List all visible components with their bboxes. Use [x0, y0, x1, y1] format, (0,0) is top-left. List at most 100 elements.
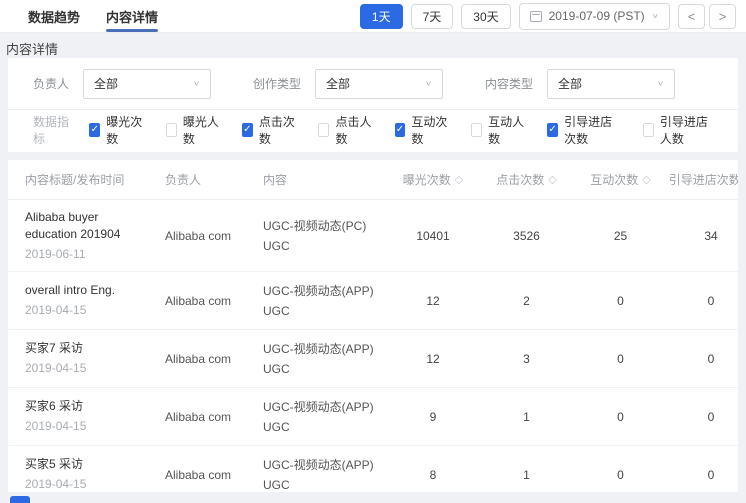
metric-exposure-count[interactable]: 曝光次数 — [89, 113, 143, 147]
row-content-sub: UGC — [263, 236, 387, 256]
metric-label: 点击人数 — [335, 113, 372, 147]
metric-label: 点击次数 — [259, 113, 296, 147]
row-date: 2019-04-15 — [25, 418, 151, 435]
row-interactions: 0 — [617, 468, 624, 482]
row-clicks: 3526 — [513, 229, 540, 243]
checkbox-unchecked-icon — [166, 123, 177, 137]
sort-icon[interactable]: ◇ — [548, 173, 556, 186]
row-content-sub: UGC — [263, 301, 387, 321]
row-store-visits: 0 — [708, 410, 715, 424]
row-title: 买家7 采访 — [25, 340, 151, 357]
filter-owner-value: 全部 — [94, 75, 118, 92]
prev-day-button[interactable]: < — [678, 4, 705, 29]
row-interactions: 25 — [614, 229, 627, 243]
table-row[interactable]: 买家7 采访2019-04-15 Alibaba com UGC-视频动态(AP… — [8, 330, 738, 388]
row-content-type: UGC-视频动态(APP) — [263, 281, 387, 301]
top-tab-bar: 数据趋势 内容详情 1天 7天 30天 2019-07-09 (PST) ∨ <… — [0, 0, 746, 33]
row-content-sub: UGC — [263, 417, 387, 437]
col-interactions-header[interactable]: 互动次数 ◇ — [590, 171, 650, 188]
table-row[interactable]: overall intro Eng. 2019-04-15 Alibaba com… — [8, 272, 738, 330]
row-clicks: 3 — [523, 352, 530, 366]
tab-content-detail[interactable]: 内容详情 — [106, 0, 158, 32]
chevron-down-icon: ∨ — [657, 80, 664, 88]
filter-creation-type-select[interactable]: 全部 ∨ — [315, 69, 443, 99]
metric-exposure-users[interactable]: 曝光人数 — [166, 113, 220, 147]
row-date: 2019-06-11 — [25, 246, 151, 263]
table-row[interactable]: Alibaba buyer education 201904 2019-06-11… — [8, 200, 738, 272]
row-interactions: 0 — [617, 294, 624, 308]
row-exposure: 9 — [430, 410, 437, 424]
row-owner: Alibaba com — [165, 352, 263, 366]
chevron-down-icon: ∨ — [652, 12, 659, 20]
col-owner-header: 负责人 — [165, 171, 263, 188]
row-content-sub: UGC — [263, 475, 387, 493]
filter-owner-select[interactable]: 全部 ∨ — [83, 69, 211, 99]
row-content-type: UGC-视频动态(PC) — [263, 216, 387, 236]
metric-label: 互动次数 — [411, 113, 448, 147]
row-owner: Alibaba com — [165, 468, 263, 482]
filter-content-type-select[interactable]: 全部 ∨ — [547, 69, 675, 99]
row-owner: Alibaba com — [165, 229, 263, 243]
analytics-page: 数据趋势 内容详情 1天 7天 30天 2019-07-09 (PST) ∨ <… — [0, 0, 746, 503]
filter-creation-type-value: 全部 — [326, 75, 350, 92]
sort-icon[interactable]: ◇ — [642, 173, 650, 186]
row-title: Alibaba buyer education 201904 — [25, 209, 151, 243]
page-title: 内容详情 — [6, 39, 58, 58]
sort-icon[interactable]: ◇ — [455, 173, 463, 186]
chevron-down-icon: ∨ — [193, 80, 200, 88]
row-store-visits: 0 — [708, 352, 715, 366]
period-1day-button[interactable]: 1天 — [360, 4, 403, 29]
row-title: overall intro Eng. — [25, 282, 151, 299]
row-content-sub: UGC — [263, 359, 387, 379]
row-owner: Alibaba com — [165, 294, 263, 308]
metric-checkbox-row: 数据指标 曝光次数 曝光人数 点击次数 点击人数 互动次数 互动人数 引导进店次… — [8, 110, 738, 150]
tabs: 数据趋势 内容详情 — [28, 0, 184, 32]
header-label: 曝光次数 — [403, 171, 451, 188]
metric-click-count[interactable]: 点击次数 — [242, 113, 296, 147]
row-clicks: 2 — [523, 294, 530, 308]
table-row[interactable]: 买家5 采访2019-04-15 Alibaba com UGC-视频动态(AP… — [8, 446, 738, 492]
filter-row: 负责人 全部 ∨ 创作类型 全部 ∨ 内容类型 全部 ∨ — [8, 58, 738, 110]
date-picker[interactable]: 2019-07-09 (PST) ∨ — [519, 3, 670, 30]
header-label: 引导进店次数 — [669, 171, 738, 188]
filter-card: 负责人 全部 ∨ 创作类型 全部 ∨ 内容类型 全部 ∨ 数据指标 曝光次数 曝… — [8, 58, 738, 152]
col-clicks-header[interactable]: 点击次数 ◇ — [496, 171, 556, 188]
metric-store-visit-users[interactable]: 引导进店人数 — [643, 113, 716, 147]
col-exposure-header[interactable]: 曝光次数 ◇ — [403, 171, 463, 188]
header-label: 互动次数 — [590, 171, 638, 188]
filter-owner-label: 负责人 — [33, 75, 69, 92]
table-header-row: 内容标题/发布时间 负责人 内容 曝光次数◇ 点击次数◇ 互动次数◇ 引导进店次… — [8, 160, 738, 200]
metric-click-users[interactable]: 点击人数 — [318, 113, 372, 147]
tab-data-trend[interactable]: 数据趋势 — [28, 0, 80, 32]
next-day-button[interactable]: > — [709, 4, 736, 29]
row-exposure: 8 — [430, 468, 437, 482]
row-content-type: UGC-视频动态(APP) — [263, 455, 387, 475]
table-row[interactable]: 买家6 采访2019-04-15 Alibaba com UGC-视频动态(AP… — [8, 388, 738, 446]
row-content-type: UGC-视频动态(APP) — [263, 339, 387, 359]
row-store-visits: 34 — [704, 229, 717, 243]
checkbox-checked-icon — [89, 123, 100, 137]
metric-label: 引导进店人数 — [660, 113, 716, 147]
row-date: 2019-04-15 — [25, 476, 151, 492]
topbar-controls: 1天 7天 30天 2019-07-09 (PST) ∨ < > — [360, 3, 746, 30]
row-content-type: UGC-视频动态(APP) — [263, 397, 387, 417]
row-store-visits: 0 — [708, 294, 715, 308]
period-30day-button[interactable]: 30天 — [461, 4, 510, 29]
metric-interaction-users[interactable]: 互动人数 — [471, 113, 525, 147]
header-label: 点击次数 — [496, 171, 544, 188]
col-store-visits-header[interactable]: 引导进店次数◇ — [669, 171, 738, 188]
row-exposure: 12 — [426, 352, 439, 366]
metric-interaction-count[interactable]: 互动次数 — [395, 113, 449, 147]
pagination-active-page-button[interactable] — [10, 496, 30, 503]
row-date: 2019-04-15 — [25, 302, 151, 319]
row-clicks: 1 — [523, 410, 530, 424]
date-pager: < > — [678, 4, 736, 29]
period-7day-button[interactable]: 7天 — [411, 4, 454, 29]
filter-creation-type-label: 创作类型 — [253, 75, 301, 92]
metric-label: 互动人数 — [488, 113, 525, 147]
metric-store-visit-count[interactable]: 引导进店次数 — [547, 113, 620, 147]
checkbox-checked-icon — [547, 123, 558, 137]
row-exposure: 12 — [426, 294, 439, 308]
date-picker-value: 2019-07-09 (PST) — [549, 9, 645, 23]
metric-label: 引导进店次数 — [564, 113, 620, 147]
